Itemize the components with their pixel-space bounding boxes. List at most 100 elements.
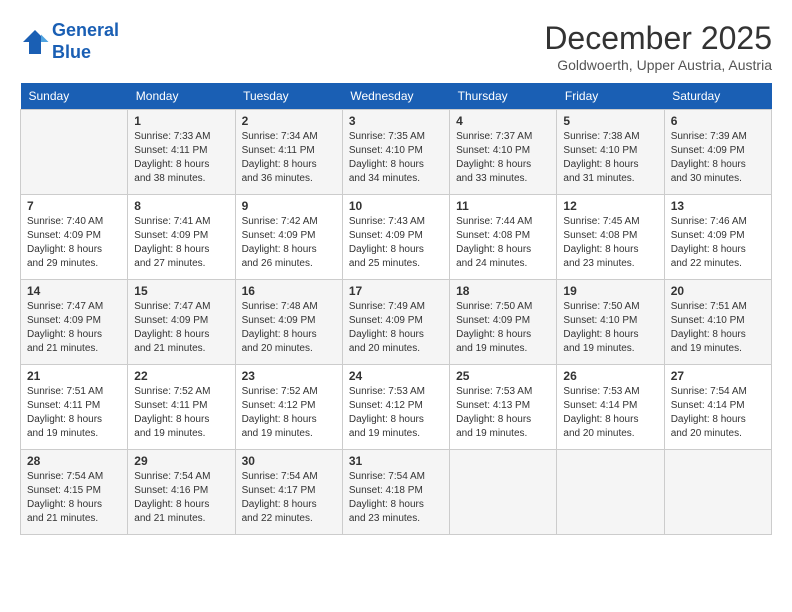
day-info: Sunrise: 7:43 AMSunset: 4:09 PMDaylight:… bbox=[349, 215, 443, 271]
month-title: December 2025 bbox=[544, 20, 772, 57]
day-number: 21 bbox=[27, 369, 121, 383]
day-number: 29 bbox=[134, 454, 228, 468]
day-number: 22 bbox=[134, 369, 228, 383]
day-cell: 26 Sunrise: 7:53 AMSunset: 4:14 PMDayligh… bbox=[557, 365, 664, 450]
day-cell: 13Sunrise: 7:46 AMSunset: 4:09 PMDayligh… bbox=[664, 195, 771, 280]
week-row-4: 21 Sunrise: 7:51 AMSunset: 4:11 PMDayligh… bbox=[21, 365, 772, 450]
day-cell: 9 Sunrise: 7:42 AMSunset: 4:09 PMDaylight… bbox=[235, 195, 342, 280]
day-info: Sunrise: 7:40 AMSunset: 4:09 PMDaylight:… bbox=[27, 215, 121, 271]
day-cell: 15 Sunrise: 7:47 AMSunset: 4:09 PMDayligh… bbox=[128, 280, 235, 365]
day-cell: 20Sunrise: 7:51 AMSunset: 4:10 PMDayligh… bbox=[664, 280, 771, 365]
day-number: 26 bbox=[563, 369, 657, 383]
day-cell: 10 Sunrise: 7:43 AMSunset: 4:09 PMDayligh… bbox=[342, 195, 449, 280]
day-info: Sunrise: 7:39 AMSunset: 4:09 PMDaylight:… bbox=[671, 130, 765, 186]
day-number: 15 bbox=[134, 284, 228, 298]
week-row-2: 7 Sunrise: 7:40 AMSunset: 4:09 PMDaylight… bbox=[21, 195, 772, 280]
day-info: Sunrise: 7:49 AMSunset: 4:09 PMDaylight:… bbox=[349, 300, 443, 356]
day-number: 1 bbox=[134, 114, 228, 128]
day-info: Sunrise: 7:44 AMSunset: 4:08 PMDaylight:… bbox=[456, 215, 550, 271]
day-info: Sunrise: 7:38 AMSunset: 4:10 PMDaylight:… bbox=[563, 130, 657, 186]
day-cell: 23Sunrise: 7:52 AMSunset: 4:12 PMDayligh… bbox=[235, 365, 342, 450]
day-number: 20 bbox=[671, 284, 765, 298]
day-cell: 8Sunrise: 7:41 AMSunset: 4:09 PMDaylight… bbox=[128, 195, 235, 280]
day-cell: 7 Sunrise: 7:40 AMSunset: 4:09 PMDaylight… bbox=[21, 195, 128, 280]
calendar-header-row: SundayMondayTuesdayWednesdayThursdayFrid… bbox=[21, 83, 772, 110]
logo-line2: Blue bbox=[52, 42, 119, 64]
day-number: 8 bbox=[134, 199, 228, 213]
day-info: Sunrise: 7:54 AMSunset: 4:17 PMDaylight:… bbox=[242, 470, 336, 526]
day-cell: 22 Sunrise: 7:52 AMSunset: 4:11 PMDayligh… bbox=[128, 365, 235, 450]
logo-line1: General bbox=[52, 20, 119, 40]
day-cell bbox=[664, 450, 771, 535]
day-number: 18 bbox=[456, 284, 550, 298]
day-number: 9 bbox=[242, 199, 336, 213]
day-cell: 3 Sunrise: 7:35 AMSunset: 4:10 PMDaylight… bbox=[342, 110, 449, 195]
day-info: Sunrise: 7:54 AMSunset: 4:18 PMDaylight:… bbox=[349, 470, 443, 526]
day-number: 14 bbox=[27, 284, 121, 298]
header-friday: Friday bbox=[557, 83, 664, 110]
day-cell: 29Sunrise: 7:54 AMSunset: 4:16 PMDayligh… bbox=[128, 450, 235, 535]
day-number: 13 bbox=[671, 199, 765, 213]
day-number: 3 bbox=[349, 114, 443, 128]
header-wednesday: Wednesday bbox=[342, 83, 449, 110]
header-sunday: Sunday bbox=[21, 83, 128, 110]
title-block: December 2025 Goldwoerth, Upper Austria,… bbox=[544, 20, 772, 73]
day-cell: 30 Sunrise: 7:54 AMSunset: 4:17 PMDayligh… bbox=[235, 450, 342, 535]
day-cell: 14Sunrise: 7:47 AMSunset: 4:09 PMDayligh… bbox=[21, 280, 128, 365]
location-title: Goldwoerth, Upper Austria, Austria bbox=[544, 57, 772, 73]
day-info: Sunrise: 7:53 AMSunset: 4:12 PMDaylight:… bbox=[349, 385, 443, 441]
day-info: Sunrise: 7:37 AMSunset: 4:10 PMDaylight:… bbox=[456, 130, 550, 186]
day-number: 12 bbox=[563, 199, 657, 213]
logo-icon bbox=[20, 27, 50, 57]
day-number: 2 bbox=[242, 114, 336, 128]
day-cell: 16 Sunrise: 7:48 AMSunset: 4:09 PMDayligh… bbox=[235, 280, 342, 365]
day-number: 16 bbox=[242, 284, 336, 298]
day-cell: 27 Sunrise: 7:54 AMSunset: 4:14 PMDayligh… bbox=[664, 365, 771, 450]
day-info: Sunrise: 7:45 AMSunset: 4:08 PMDaylight:… bbox=[563, 215, 657, 271]
day-cell: 11Sunrise: 7:44 AMSunset: 4:08 PMDayligh… bbox=[450, 195, 557, 280]
day-info: Sunrise: 7:50 AMSunset: 4:10 PMDaylight:… bbox=[563, 300, 657, 356]
day-cell: 28Sunrise: 7:54 AMSunset: 4:15 PMDayligh… bbox=[21, 450, 128, 535]
day-info: Sunrise: 7:35 AMSunset: 4:10 PMDaylight:… bbox=[349, 130, 443, 186]
day-number: 28 bbox=[27, 454, 121, 468]
page-header: General Blue December 2025 Goldwoerth, U… bbox=[20, 20, 772, 73]
day-info: Sunrise: 7:54 AMSunset: 4:14 PMDaylight:… bbox=[671, 385, 765, 441]
header-tuesday: Tuesday bbox=[235, 83, 342, 110]
day-info: Sunrise: 7:52 AMSunset: 4:11 PMDaylight:… bbox=[134, 385, 228, 441]
day-info: Sunrise: 7:48 AMSunset: 4:09 PMDaylight:… bbox=[242, 300, 336, 356]
day-cell: 2 Sunrise: 7:34 AMSunset: 4:11 PMDaylight… bbox=[235, 110, 342, 195]
day-number: 30 bbox=[242, 454, 336, 468]
day-cell: 4 Sunrise: 7:37 AMSunset: 4:10 PMDaylight… bbox=[450, 110, 557, 195]
header-saturday: Saturday bbox=[664, 83, 771, 110]
day-info: Sunrise: 7:47 AMSunset: 4:09 PMDaylight:… bbox=[134, 300, 228, 356]
day-number: 31 bbox=[349, 454, 443, 468]
day-info: Sunrise: 7:53 AMSunset: 4:14 PMDaylight:… bbox=[563, 385, 657, 441]
day-number: 7 bbox=[27, 199, 121, 213]
day-cell: 1 Sunrise: 7:33 AMSunset: 4:11 PMDaylight… bbox=[128, 110, 235, 195]
week-row-5: 28Sunrise: 7:54 AMSunset: 4:15 PMDayligh… bbox=[21, 450, 772, 535]
header-thursday: Thursday bbox=[450, 83, 557, 110]
day-info: Sunrise: 7:51 AMSunset: 4:11 PMDaylight:… bbox=[27, 385, 121, 441]
week-row-3: 14 Sunrise: 7:47 AMSunset: 4:09 PMDayligh… bbox=[21, 280, 772, 365]
day-number: 27 bbox=[671, 369, 765, 383]
day-info: Sunrise: 7:52 AMSunset: 4:12 PMDaylight:… bbox=[242, 385, 336, 441]
day-number: 5 bbox=[563, 114, 657, 128]
day-cell bbox=[557, 450, 664, 535]
day-info: Sunrise: 7:33 AMSunset: 4:11 PMDaylight:… bbox=[134, 130, 228, 186]
day-cell: 18Sunrise: 7:50 AMSunset: 4:09 PMDayligh… bbox=[450, 280, 557, 365]
day-number: 10 bbox=[349, 199, 443, 213]
day-info: Sunrise: 7:34 AMSunset: 4:11 PMDaylight:… bbox=[242, 130, 336, 186]
day-number: 6 bbox=[671, 114, 765, 128]
calendar-table: SundayMondayTuesdayWednesdayThursdayFrid… bbox=[20, 83, 772, 535]
day-number: 25 bbox=[456, 369, 550, 383]
day-number: 4 bbox=[456, 114, 550, 128]
logo: General Blue bbox=[20, 20, 119, 63]
day-cell bbox=[21, 110, 128, 195]
day-number: 24 bbox=[349, 369, 443, 383]
day-cell: 17Sunrise: 7:49 AMSunset: 4:09 PMDayligh… bbox=[342, 280, 449, 365]
day-cell: 5 Sunrise: 7:38 AMSunset: 4:10 PMDaylight… bbox=[557, 110, 664, 195]
day-cell: 19Sunrise: 7:50 AMSunset: 4:10 PMDayligh… bbox=[557, 280, 664, 365]
day-cell: 25Sunrise: 7:53 AMSunset: 4:13 PMDayligh… bbox=[450, 365, 557, 450]
day-info: Sunrise: 7:42 AMSunset: 4:09 PMDaylight:… bbox=[242, 215, 336, 271]
day-cell: 21 Sunrise: 7:51 AMSunset: 4:11 PMDayligh… bbox=[21, 365, 128, 450]
